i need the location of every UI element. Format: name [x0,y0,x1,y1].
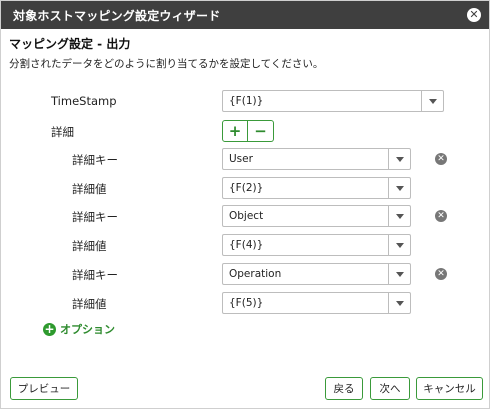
remove-detail-button[interactable]: − [248,120,274,142]
cancel-button[interactable]: キャンセル [416,377,483,400]
chevron-down-icon [428,98,437,104]
detail-value-label: 詳細値 [72,297,107,311]
chevron-down-icon [395,242,404,248]
detail-value-label: 詳細値 [72,182,107,196]
detail-key-label: 詳細キー [72,210,118,224]
detail-value-select-3[interactable]: {F(5)} [222,292,411,314]
detail-key-value: User [229,153,253,165]
detail-value-select-1[interactable]: {F(2)} [222,177,411,199]
section-description: 分割されたデータをどのように割り当てるかを設定してください。 [9,58,324,70]
remove-row-3-icon[interactable]: ✕ [435,268,447,280]
chevron-down-icon [395,156,404,162]
detail-key-value: Object [229,210,264,222]
detail-value-value: {F(2)} [229,182,264,194]
detail-key-value: Operation [229,268,282,280]
chevron-down-icon [395,300,404,306]
preview-button[interactable]: プレビュー [10,377,78,400]
detail-value-label: 詳細値 [72,239,107,253]
detail-key-dropdown-button[interactable] [388,149,410,169]
details-label: 詳細 [51,125,74,139]
option-link[interactable]: + オプション [43,321,115,337]
plus-circle-icon: + [43,321,56,336]
section-title: マッピング設定 - 出力 [9,37,131,51]
option-label: オプション [60,323,115,336]
timestamp-value: {F(1)} [229,95,264,107]
remove-row-1-icon[interactable]: ✕ [435,153,447,165]
detail-value-dropdown-button[interactable] [388,293,410,313]
detail-value-dropdown-button[interactable] [388,235,410,255]
detail-key-dropdown-button[interactable] [388,264,410,284]
close-icon[interactable]: ✕ [467,8,481,22]
wizard-dialog: 対象ホストマッピング設定ウィザード ✕ マッピング設定 - 出力 分割されたデー… [0,0,490,409]
detail-key-dropdown-button[interactable] [388,206,410,226]
add-detail-button[interactable]: + [222,120,248,142]
chevron-down-icon [395,185,404,191]
details-add-remove-group: + − [222,120,274,142]
chevron-down-icon [395,213,404,219]
next-button[interactable]: 次へ [370,377,410,400]
detail-value-value: {F(4)} [229,239,264,251]
timestamp-select[interactable]: {F(1)} [222,90,444,112]
chevron-down-icon [395,271,404,277]
detail-key-label: 詳細キー [72,153,118,167]
timestamp-dropdown-button[interactable] [421,91,443,111]
detail-key-select-3[interactable]: Operation [222,263,411,285]
detail-value-select-2[interactable]: {F(4)} [222,234,411,256]
detail-key-select-1[interactable]: User [222,148,411,170]
detail-key-select-2[interactable]: Object [222,205,411,227]
window-title: 対象ホストマッピング設定ウィザード [13,8,221,23]
remove-row-2-icon[interactable]: ✕ [435,210,447,222]
title-bar: 対象ホストマッピング設定ウィザード ✕ [1,1,489,29]
detail-key-label: 詳細キー [72,268,118,282]
detail-value-value: {F(5)} [229,297,264,309]
timestamp-label: TimeStamp [51,94,117,108]
detail-value-dropdown-button[interactable] [388,178,410,198]
back-button[interactable]: 戻る [325,377,363,400]
